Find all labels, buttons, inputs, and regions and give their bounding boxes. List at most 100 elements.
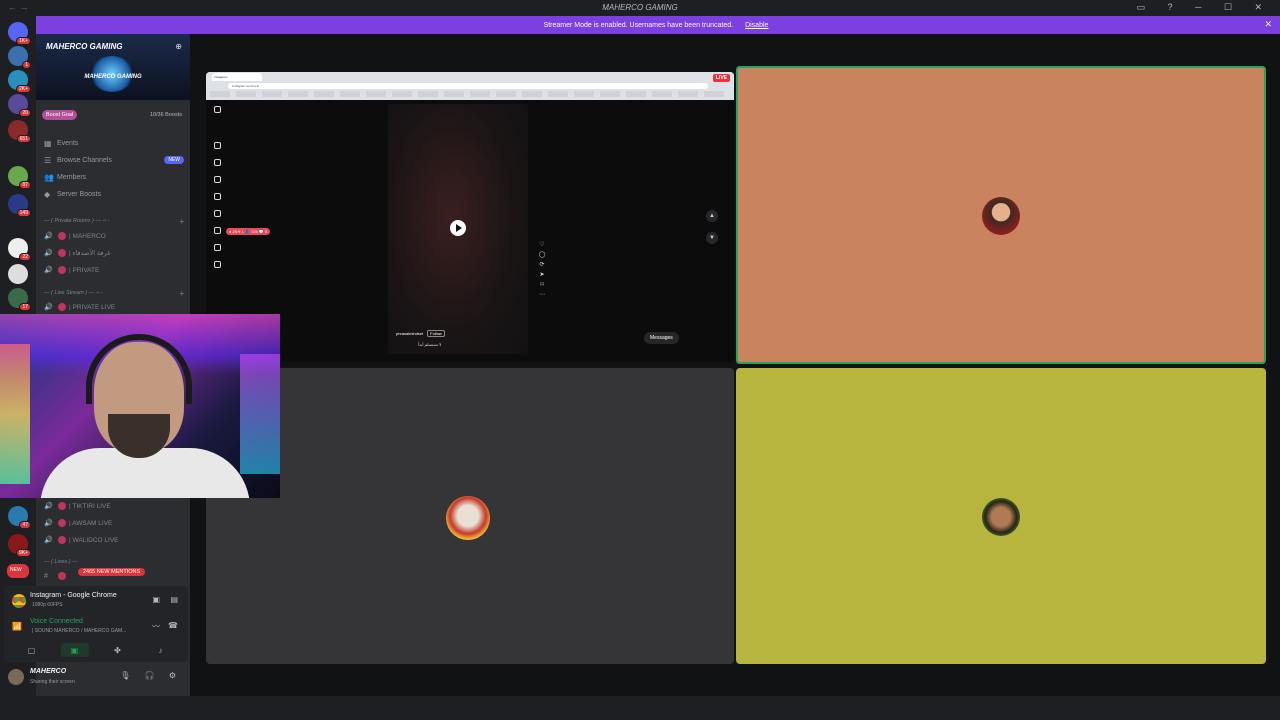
- new-badge: NEW: [164, 156, 184, 164]
- noise-suppression-icon[interactable]: 〰: [152, 621, 160, 632]
- banner-text: Streamer Mode is enabled. Usernames have…: [543, 21, 734, 29]
- user-name[interactable]: MAHERCO: [30, 668, 66, 675]
- sidebar-item-members[interactable]: 👥 Members: [44, 170, 184, 184]
- close-icon[interactable]: ✕: [1264, 19, 1272, 30]
- category-lives[interactable]: — ( Lives ) —: [44, 556, 184, 568]
- home-icon: [214, 142, 221, 149]
- search-icon: [214, 193, 221, 200]
- chevron-up-icon: ▲: [706, 210, 718, 222]
- disconnect-icon[interactable]: ☎: [168, 621, 178, 630]
- channel-emoji-icon: [58, 232, 66, 240]
- speaker-icon: 🔊: [44, 250, 53, 257]
- user-controls[interactable]: 🎙 🎧 ⚙: [120, 671, 182, 680]
- new-mentions-pill[interactable]: 2465 NEW MENTIONS: [78, 568, 146, 576]
- stream-preview[interactable]: Instagram - Google Chrome 1080p 60FPS ▣ …: [10, 592, 182, 612]
- streamer-mode-banner: Streamer Mode is enabled. Usernames have…: [36, 16, 1280, 34]
- participant-tile[interactable]: [206, 368, 734, 664]
- boost-goal-label: Boost Goal: [42, 110, 78, 120]
- members-icon: 👥: [44, 172, 54, 182]
- server-icon[interactable]: 87: [8, 166, 31, 189]
- voice-connected-label[interactable]: Voice Connected: [30, 618, 83, 625]
- channel-emoji-icon: [58, 502, 66, 510]
- participant-tile[interactable]: [736, 66, 1266, 364]
- notification-pill: ● 25 ♥ 1 👤 106 💬 5: [226, 228, 271, 235]
- server-icon[interactable]: 17: [8, 288, 31, 311]
- voice-channel[interactable]: 🔊 | WALIDCO LIVE: [44, 533, 184, 547]
- server-icon[interactable]: 2K+: [8, 70, 31, 93]
- sidebar-item-browse-channels[interactable]: ☰ Browse Channels NEW: [44, 153, 184, 167]
- screen-icon[interactable]: ▣: [152, 595, 160, 604]
- channel-emoji-icon: [58, 519, 66, 527]
- chevron-down-icon: ▼: [706, 232, 718, 244]
- speaker-icon: 🔊: [44, 304, 53, 311]
- boost-goal-bar[interactable]: Boost Goal 10/36 Boosts: [42, 108, 182, 122]
- avatar[interactable]: [8, 669, 24, 685]
- voice-channel[interactable]: 🔊 | TIKTIRI LIVE: [44, 499, 184, 513]
- voice-channel[interactable]: 🔊 | AWSAM LIVE: [44, 516, 184, 530]
- category-private-rooms[interactable]: — ( Private Rooms ) — -‹ - +: [44, 215, 184, 227]
- reel-nav: ▲ ▼: [706, 210, 718, 254]
- soundboard-icon[interactable]: ♪: [147, 643, 175, 657]
- speaker-icon: 🔊: [44, 520, 53, 527]
- reels-icon: [214, 159, 221, 166]
- server-icon[interactable]: [8, 264, 28, 284]
- voice-channel[interactable]: 🔊 | PRIVATE: [44, 263, 184, 277]
- server-icon[interactable]: 20: [8, 94, 31, 117]
- server-header[interactable]: MAHERCO GAMING ⊕ MAHERCO GAMING: [36, 34, 190, 100]
- avatar: [982, 197, 1020, 235]
- invite-icon[interactable]: ⊕: [175, 42, 182, 51]
- avatar: [446, 496, 490, 540]
- voice-channel[interactable]: 🔊 | MAHERCO: [44, 229, 184, 243]
- home-icon[interactable]: 1K+: [8, 22, 31, 45]
- camera-icon[interactable]: ▢: [18, 643, 46, 657]
- voice-channel[interactable]: 🔊 | غرفة الأصدقاء: [44, 246, 184, 260]
- instagram-view: ● 25 ♥ 1 👤 106 💬 5 phrasalmindset Follow…: [206, 100, 734, 362]
- server-icon[interactable]: 22: [8, 238, 31, 261]
- window-controls[interactable]: ▭ ? ─ ☐ ✕: [1137, 2, 1273, 13]
- explore-icon: [214, 210, 221, 217]
- screen-share-icon[interactable]: ▣: [60, 643, 89, 657]
- channel-emoji-icon: [58, 266, 66, 274]
- server-icon[interactable]: 9K+: [8, 534, 31, 557]
- sidebar-item-server-boosts[interactable]: ◆ Server Boosts: [44, 187, 184, 201]
- add-channel-icon[interactable]: +: [179, 217, 184, 226]
- list-icon: ☰: [44, 155, 52, 165]
- server-banner-text: MAHERCO GAMING: [84, 74, 142, 80]
- participant-tile[interactable]: [736, 368, 1266, 664]
- voice-status: 📶 Voice Connected | SOUND MAHERCO / MAHE…: [10, 618, 182, 638]
- activity-icon[interactable]: ✤: [104, 643, 132, 657]
- server-name[interactable]: MAHERCO GAMING: [46, 42, 122, 51]
- add-channel-icon[interactable]: +: [179, 289, 184, 298]
- server-icon[interactable]: 149: [8, 194, 31, 217]
- reel-author: phrasalmindset Follow: [396, 330, 445, 337]
- window-title: MAHERCO GAMING: [602, 3, 678, 12]
- speaker-icon: 🔊: [44, 537, 53, 544]
- voice-channel[interactable]: 🔊 | PRIVATE LIVE: [44, 300, 184, 314]
- boost-count: 10/36 Boosts: [149, 112, 182, 118]
- hash-icon: #: [44, 572, 48, 580]
- messages-icon: [214, 176, 221, 183]
- speaker-icon: 🔊: [44, 267, 53, 274]
- avatar: [982, 498, 1020, 536]
- voice-controls: ▢ ▣ ✤ ♪: [10, 642, 182, 658]
- address-bar: instagram.com/reels: [228, 83, 708, 89]
- category-live-stream[interactable]: — ( Live Stream ) — -‹ - +: [44, 287, 184, 299]
- user-status: Sharing their screen: [30, 679, 75, 685]
- live-badge: LIVE: [712, 74, 730, 82]
- user-panel: MAHERCO Sharing their screen 🎙 🎧 ⚙: [4, 664, 188, 692]
- disable-button[interactable]: Disable: [741, 21, 772, 30]
- boost-icon: ◆: [44, 189, 51, 199]
- stop-stream-icon[interactable]: ▤: [170, 595, 178, 604]
- sidebar-item-events[interactable]: ▦ Events: [44, 136, 184, 150]
- dashboard-icon: [214, 261, 221, 268]
- server-icon[interactable]: 47: [8, 506, 31, 529]
- reel-caption: لا تستسلم أبداً: [418, 342, 442, 347]
- screen-share-tile[interactable]: Instagram instagram.com/reels LIVE ● 25 …: [206, 72, 734, 362]
- server-icon[interactable]: 1: [8, 46, 31, 69]
- messages-button: Messages: [644, 332, 679, 344]
- chrome-icon: [12, 594, 26, 608]
- new-servers-pill[interactable]: NEW: [7, 564, 29, 578]
- server-icon[interactable]: 651: [8, 120, 31, 143]
- heart-icon: [214, 227, 221, 234]
- channel-emoji-icon: [58, 303, 66, 311]
